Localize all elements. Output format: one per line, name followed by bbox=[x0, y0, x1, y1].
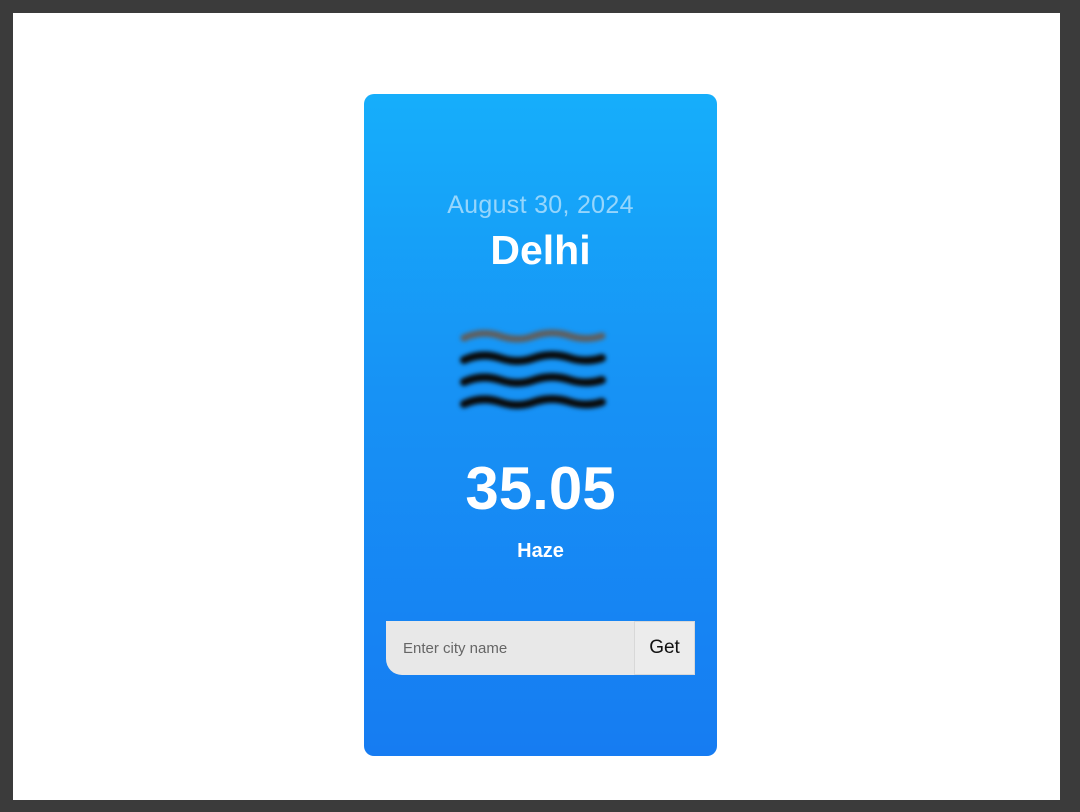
page-viewport: August 30, 2024 Delhi 35.05 Haze Get bbox=[13, 13, 1060, 800]
city-input[interactable] bbox=[386, 621, 634, 675]
get-button[interactable]: Get bbox=[634, 621, 695, 675]
city-search-form: Get bbox=[386, 621, 695, 675]
date-label: August 30, 2024 bbox=[447, 191, 634, 219]
city-name: Delhi bbox=[490, 227, 591, 273]
weather-card: August 30, 2024 Delhi 35.05 Haze Get bbox=[364, 94, 717, 756]
haze-icon bbox=[460, 329, 606, 409]
condition-label: Haze bbox=[517, 540, 564, 562]
temperature-value: 35.05 bbox=[465, 455, 616, 522]
